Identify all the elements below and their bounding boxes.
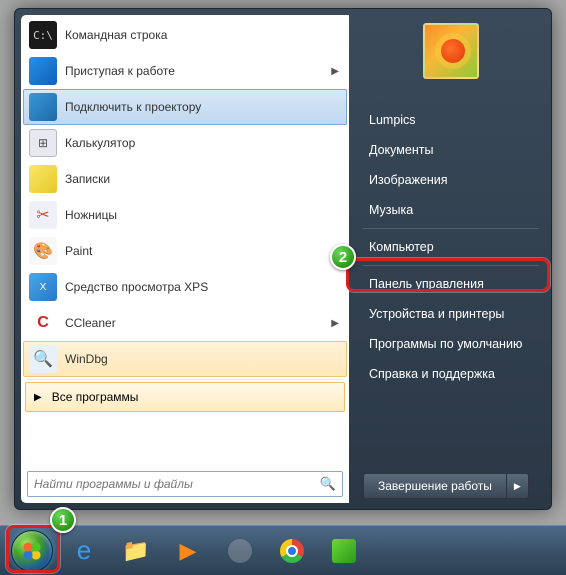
taskbar: e 📁 ▶ <box>0 525 566 575</box>
right-item-documents[interactable]: Документы <box>363 135 539 165</box>
app-label: Подключить к проектору <box>65 100 201 114</box>
app-item-getting-started[interactable]: Приступая к работе ▶ <box>23 53 347 89</box>
shutdown-options-button[interactable]: ▶ <box>507 473 529 499</box>
right-item-pictures[interactable]: Изображения <box>363 165 539 195</box>
app-item-xps-viewer[interactable]: X Средство просмотра XPS <box>23 269 347 305</box>
shutdown-button[interactable]: Завершение работы <box>363 473 507 499</box>
all-programs-label: Все программы <box>52 390 139 404</box>
right-item-help[interactable]: Справка и поддержка <box>363 359 539 389</box>
program-list: C:\ Командная строка Приступая к работе … <box>21 15 349 465</box>
start-menu-left-panel: C:\ Командная строка Приступая к работе … <box>21 15 349 503</box>
app-label: Записки <box>65 172 110 186</box>
right-item-devices-printers[interactable]: Устройства и принтеры <box>363 299 539 329</box>
ccleaner-icon: C <box>29 309 57 337</box>
app-item-sticky-notes[interactable]: Записки <box>23 161 347 197</box>
folder-icon: 📁 <box>122 538 149 564</box>
right-item-default-programs[interactable]: Программы по умолчанию <box>363 329 539 359</box>
annotation-badge-1: 1 <box>50 507 76 533</box>
chrome-icon <box>280 539 304 563</box>
app-label: Средство просмотра XPS <box>65 280 208 294</box>
right-item-control-panel[interactable]: Панель управления <box>363 269 539 299</box>
app-item-projector[interactable]: Подключить к проектору <box>23 89 347 125</box>
triangle-icon: ▶ <box>34 392 42 403</box>
scissors-icon: ✂ <box>29 201 57 229</box>
app-label: Ножницы <box>65 208 117 222</box>
search-icon: 🔍 <box>320 476 336 492</box>
app-item-ccleaner[interactable]: C CCleaner ▶ <box>23 305 347 341</box>
divider <box>363 265 539 266</box>
app-label: Приступая к работе <box>65 64 175 78</box>
submenu-arrow-icon: ▶ <box>331 318 339 329</box>
start-menu: C:\ Командная строка Приступая к работе … <box>14 8 552 510</box>
taskbar-chrome[interactable] <box>268 531 316 571</box>
app-label: WinDbg <box>65 352 108 366</box>
app-item-cmd[interactable]: C:\ Командная строка <box>23 17 347 53</box>
app-label: CCleaner <box>65 316 116 330</box>
app-label: Командная строка <box>65 28 167 42</box>
all-programs-button[interactable]: ▶ Все программы <box>25 382 345 412</box>
app-label: Калькулятор <box>65 136 135 150</box>
submenu-arrow-icon: ▶ <box>331 66 339 77</box>
projector-icon <box>29 93 57 121</box>
app-item-snipping-tool[interactable]: ✂ Ножницы <box>23 197 347 233</box>
media-player-icon: ▶ <box>180 538 197 564</box>
taskbar-app-green[interactable] <box>320 531 368 571</box>
blank-icon <box>228 539 252 563</box>
taskbar-wmp[interactable]: ▶ <box>164 531 212 571</box>
app-label: Paint <box>65 244 92 258</box>
app-item-calculator[interactable]: ⊞ Калькулятор <box>23 125 347 161</box>
paint-icon: 🎨 <box>29 237 57 265</box>
app-item-paint[interactable]: 🎨 Paint <box>23 233 347 269</box>
windows-orb-icon <box>11 530 53 572</box>
taskbar-ie[interactable]: e <box>60 531 108 571</box>
taskbar-blank[interactable] <box>216 531 264 571</box>
app-item-windbg[interactable]: 🔍 WinDbg <box>23 341 347 377</box>
right-item-user[interactable]: Lumpics <box>363 105 539 135</box>
taskbar-explorer[interactable]: 📁 <box>112 531 160 571</box>
search-box[interactable]: 🔍 <box>27 471 343 497</box>
start-button[interactable] <box>8 531 56 571</box>
separator <box>27 379 343 380</box>
search-input[interactable] <box>34 477 316 491</box>
cmd-icon: C:\ <box>29 21 57 49</box>
start-menu-right-panel: Lumpics Документы Изображения Музыка Ком… <box>349 9 551 509</box>
windbg-icon: 🔍 <box>29 345 57 373</box>
xps-icon: X <box>29 273 57 301</box>
getting-started-icon <box>29 57 57 85</box>
divider <box>363 228 539 229</box>
user-picture[interactable] <box>423 23 479 79</box>
shutdown-row: Завершение работы ▶ <box>363 473 539 499</box>
right-item-music[interactable]: Музыка <box>363 195 539 225</box>
sticky-notes-icon <box>29 165 57 193</box>
ie-icon: e <box>77 535 91 566</box>
annotation-badge-2: 2 <box>330 244 356 270</box>
right-item-computer[interactable]: Компьютер <box>363 232 539 262</box>
calculator-icon: ⊞ <box>29 129 57 157</box>
cube-icon <box>332 539 356 563</box>
